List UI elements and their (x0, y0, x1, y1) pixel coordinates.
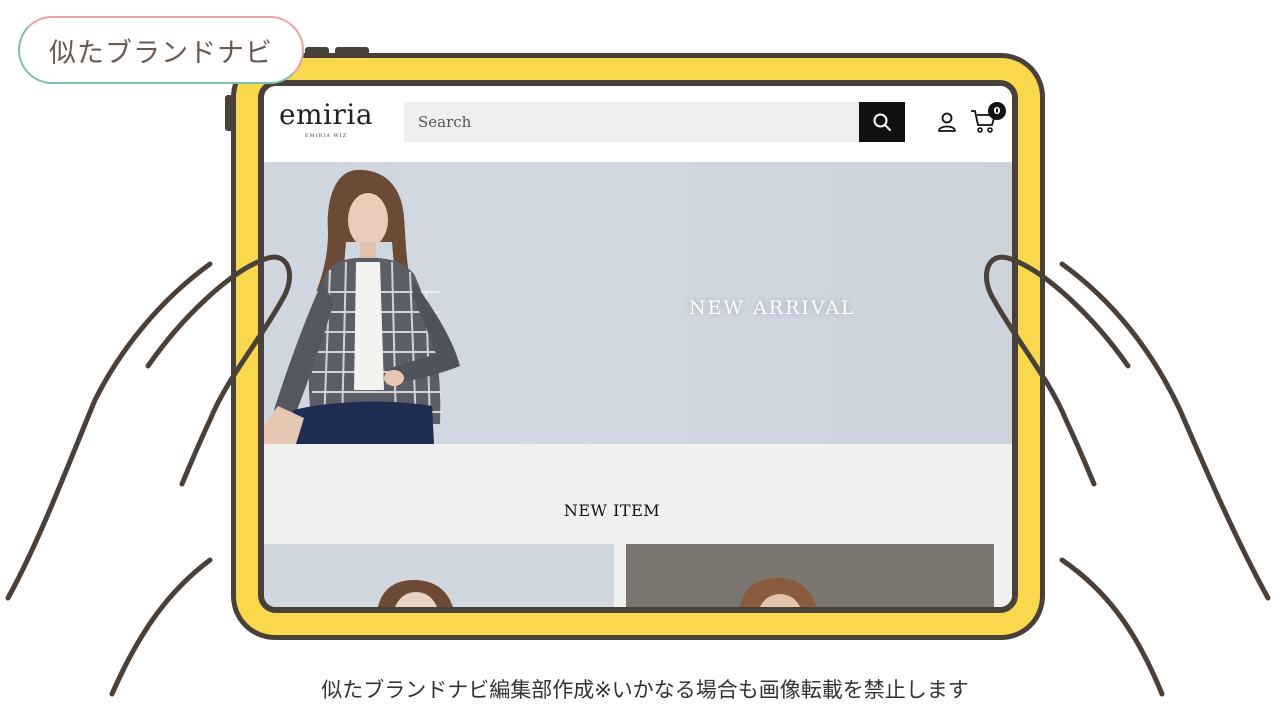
section-title: NEW ITEM (563, 501, 661, 520)
new-item-section: NEW ITEM (264, 444, 1012, 607)
logo-subtext: EMIRIA WIZ (304, 133, 348, 139)
tablet-screen: emiria EMIRIA WIZ 0 (258, 80, 1018, 613)
search-button[interactable] (859, 102, 905, 142)
hero-banner[interactable]: NEW ARRIVAL (264, 162, 1012, 444)
brand-tag: 似たブランドナビ (18, 16, 304, 84)
product-card[interactable] (264, 544, 614, 607)
hero-title: NEW ARRIVAL (689, 297, 856, 319)
search-icon (873, 113, 891, 131)
product-image (739, 578, 816, 607)
site-header: emiria EMIRIA WIZ 0 (264, 86, 1012, 162)
site-logo[interactable]: emiria EMIRIA WIZ (276, 98, 376, 139)
search-bar (404, 102, 860, 142)
copyright-caption: 似たブランドナビ編集部作成※いかなる場合も画像転載を禁止します (321, 678, 969, 702)
product-card[interactable] (626, 544, 994, 607)
account-icon[interactable] (936, 111, 958, 133)
cart-count-badge: 0 (988, 102, 1006, 120)
product-image (377, 580, 453, 607)
logo-text: emiria (278, 98, 374, 131)
tablet-frame: emiria EMIRIA WIZ 0 (231, 53, 1045, 640)
hero-model-image (264, 169, 460, 444)
search-input[interactable] (418, 113, 838, 131)
